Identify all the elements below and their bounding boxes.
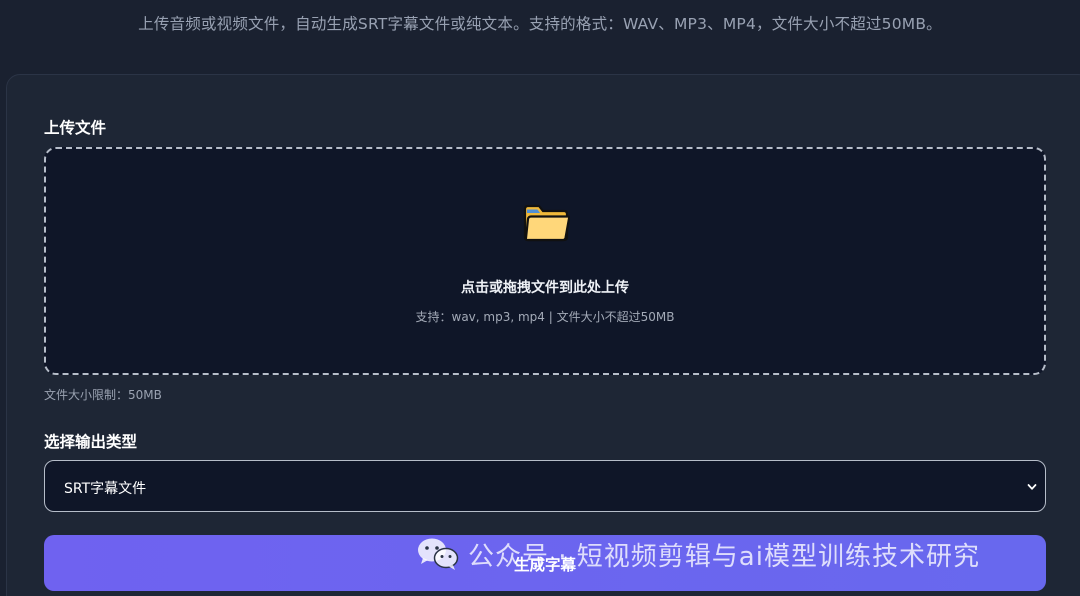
dropzone-title: 点击或拖拽文件到此处上传 bbox=[461, 280, 629, 296]
folder-icon bbox=[523, 204, 570, 242]
file-size-limit: 文件大小限制：50MB bbox=[44, 388, 162, 402]
file-dropzone[interactable]: 点击或拖拽文件到此处上传 支持：wav, mp3, mp4 | 文件大小不超过5… bbox=[44, 147, 1046, 375]
output-type-label: 选择输出类型 bbox=[44, 433, 138, 451]
page-subtitle: 上传音频或视频文件，自动生成SRT字幕文件或纯文本。支持的格式：WAV、MP3、… bbox=[138, 15, 942, 33]
output-type-select[interactable]: SRT字幕文件 bbox=[44, 460, 1046, 512]
chevron-down-icon bbox=[1027, 484, 1037, 490]
page: 上传音频或视频文件，自动生成SRT字幕文件或纯文本。支持的格式：WAV、MP3、… bbox=[0, 0, 1080, 596]
output-type-selected-value: SRT字幕文件 bbox=[64, 481, 147, 497]
upload-section-label: 上传文件 bbox=[44, 119, 107, 137]
generate-subtitles-button[interactable]: 生成字幕 bbox=[44, 535, 1046, 591]
dropzone-hint: 支持：wav, mp3, mp4 | 文件大小不超过50MB bbox=[415, 310, 675, 324]
generate-button-label: 生成字幕 bbox=[513, 556, 576, 574]
